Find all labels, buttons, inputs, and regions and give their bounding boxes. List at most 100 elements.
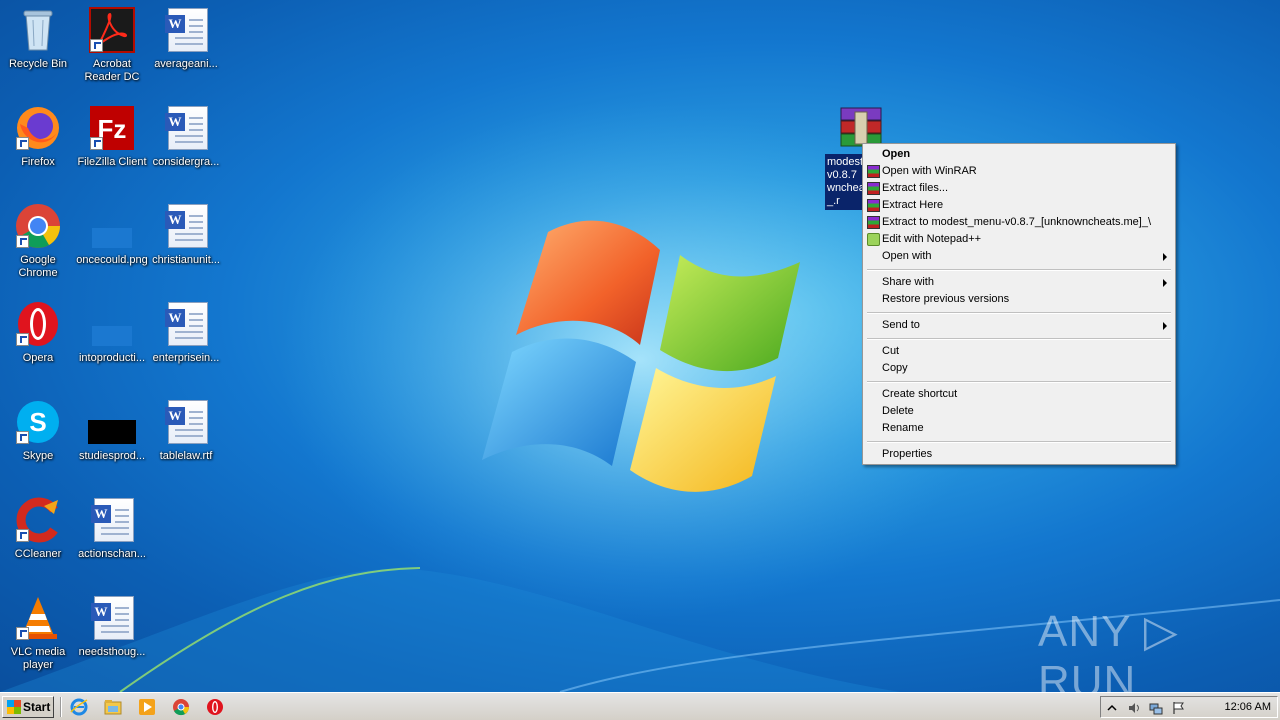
- shortcut-arrow-icon: [90, 137, 103, 150]
- opera-taskbar-icon[interactable]: [206, 698, 224, 716]
- icon-label: oncecould.png: [76, 254, 148, 266]
- winrar-icon: [867, 165, 880, 178]
- menu-item-delete[interactable]: Delete: [865, 403, 1173, 420]
- desktop-icon-needsthoug[interactable]: W needsthoug...: [74, 594, 150, 659]
- vlc-icon: [14, 594, 62, 642]
- menu-item-extract-files[interactable]: Extract files...: [865, 180, 1173, 197]
- image-thumbnail-icon: [88, 202, 136, 250]
- submenu-arrow-icon: [1163, 279, 1167, 287]
- menu-item-send-to[interactable]: Send to: [865, 317, 1173, 334]
- acrobat-icon: [88, 6, 136, 54]
- shortcut-arrow-icon: [16, 137, 29, 150]
- menu-item-properties[interactable]: Properties: [865, 446, 1173, 463]
- icon-label: intoproducti...: [78, 352, 146, 364]
- menu-item-cut[interactable]: Cut: [865, 343, 1173, 360]
- icon-label: VLC media player: [10, 646, 66, 671]
- menu-item-share-with[interactable]: Share with: [865, 274, 1173, 291]
- submenu-arrow-icon: [1163, 253, 1167, 261]
- shortcut-arrow-icon: [16, 235, 29, 248]
- menu-separator: [865, 437, 1173, 446]
- icon-label: Google Chrome: [18, 254, 58, 279]
- skype-icon: S: [14, 398, 62, 446]
- system-tray: 12:06 AM: [1100, 696, 1278, 718]
- desktop-icon-acrobat-reader[interactable]: Acrobat Reader DC: [74, 6, 150, 84]
- menu-item-rename[interactable]: Rename: [865, 420, 1173, 437]
- taskbar-separator: [60, 697, 62, 717]
- action-center-flag-icon[interactable]: [1171, 701, 1185, 715]
- desktop-icon-studiesprod[interactable]: studiesprod...: [74, 398, 150, 463]
- menu-separator: [865, 334, 1173, 343]
- icon-label: studiesprod...: [78, 450, 146, 462]
- context-menu[interactable]: Open Open with WinRAR Extract files... E…: [862, 143, 1176, 465]
- word-document-icon: W: [88, 594, 136, 642]
- windows-logo-icon: [7, 700, 21, 714]
- show-hidden-icons-icon[interactable]: [1105, 701, 1119, 715]
- desktop-icon-vlc[interactable]: VLC media player: [0, 594, 76, 672]
- shortcut-arrow-icon: [16, 627, 29, 640]
- desktop-icon-skype[interactable]: S Skype: [0, 398, 76, 463]
- chrome-taskbar-icon[interactable]: [172, 698, 190, 716]
- icon-label: needsthoug...: [78, 646, 146, 658]
- volume-icon[interactable]: [1127, 701, 1141, 715]
- icon-label: Firefox: [21, 156, 55, 168]
- icon-label: FileZilla Client: [77, 156, 147, 168]
- anyrun-watermark: ANY ▷ RUN: [1038, 607, 1179, 692]
- icon-label: tablelaw.rtf: [159, 450, 213, 462]
- word-document-icon: W: [88, 496, 136, 544]
- desktop-icon-tablelaw-rtf[interactable]: W tablelaw.rtf: [148, 398, 224, 463]
- menu-item-extract-here[interactable]: Extract Here: [865, 197, 1173, 214]
- desktop-icon-actionschan[interactable]: W actionschan...: [74, 496, 150, 561]
- shortcut-arrow-icon: [16, 333, 29, 346]
- desktop-icon-considergra[interactable]: W considergra...: [148, 104, 224, 169]
- firefox-icon: [14, 104, 62, 152]
- recycle-bin-icon: [14, 6, 62, 54]
- ccleaner-icon: [14, 496, 62, 544]
- icon-label: christianunit...: [152, 254, 220, 266]
- menu-item-edit-with-notepadpp[interactable]: Edit with Notepad++: [865, 231, 1173, 248]
- desktop-icon-filezilla[interactable]: Fz FileZilla Client: [74, 104, 150, 169]
- word-document-icon: W: [162, 104, 210, 152]
- start-button[interactable]: Start: [2, 696, 54, 718]
- desktop-icon-averageani[interactable]: W averageani...: [148, 6, 224, 71]
- desktop-icon-intoproducti[interactable]: intoproducti...: [74, 300, 150, 365]
- desktop-icon-google-chrome[interactable]: Google Chrome: [0, 202, 76, 280]
- image-thumbnail-icon: [88, 300, 136, 348]
- word-document-icon: W: [162, 300, 210, 348]
- filezilla-icon: Fz: [88, 104, 136, 152]
- menu-item-restore-previous-versions[interactable]: Restore previous versions: [865, 291, 1173, 308]
- desktop-icon-ccleaner[interactable]: CCleaner: [0, 496, 76, 561]
- internet-explorer-icon[interactable]: [70, 698, 88, 716]
- image-thumbnail-icon: [88, 398, 136, 446]
- desktop-icon-oncecould-png[interactable]: oncecould.png: [74, 202, 150, 267]
- shortcut-arrow-icon: [16, 529, 29, 542]
- taskbar-clock[interactable]: 12:06 AM: [1225, 697, 1271, 717]
- desktop-icon-opera[interactable]: Opera: [0, 300, 76, 365]
- icon-label: Skype: [22, 450, 54, 462]
- icon-label: enterprisein...: [152, 352, 220, 364]
- winrar-icon: [867, 182, 880, 195]
- icon-label: Opera: [22, 352, 54, 364]
- desktop-icon-recycle-bin[interactable]: Recycle Bin: [0, 6, 76, 71]
- menu-item-copy[interactable]: Copy: [865, 360, 1173, 377]
- icon-label: CCleaner: [14, 548, 62, 560]
- desktop-icon-christianunit[interactable]: W christianunit...: [148, 202, 224, 267]
- menu-item-create-shortcut[interactable]: Create shortcut: [865, 386, 1173, 403]
- file-explorer-icon[interactable]: [104, 698, 122, 716]
- desktop-icon-firefox[interactable]: Firefox: [0, 104, 76, 169]
- network-icon[interactable]: [1149, 701, 1163, 715]
- submenu-arrow-icon: [1163, 322, 1167, 330]
- menu-item-extract-to-folder[interactable]: Extract to modest_menu-v0.8.7_[unknownch…: [865, 214, 1173, 231]
- taskbar: Start 12:06 AM: [0, 692, 1280, 720]
- menu-item-open-with[interactable]: Open with: [865, 248, 1173, 265]
- opera-icon: [14, 300, 62, 348]
- icon-label: actionschan...: [78, 548, 146, 560]
- word-document-icon: W: [162, 202, 210, 250]
- menu-item-open[interactable]: Open: [865, 146, 1173, 163]
- shortcut-arrow-icon: [16, 431, 29, 444]
- icon-label: considergra...: [152, 156, 220, 168]
- desktop-icon-enterprisein[interactable]: W enterprisein...: [148, 300, 224, 365]
- icon-label: averageani...: [154, 58, 218, 70]
- menu-item-open-with-winrar[interactable]: Open with WinRAR: [865, 163, 1173, 180]
- word-document-icon: W: [162, 398, 210, 446]
- media-player-icon[interactable]: [138, 698, 156, 716]
